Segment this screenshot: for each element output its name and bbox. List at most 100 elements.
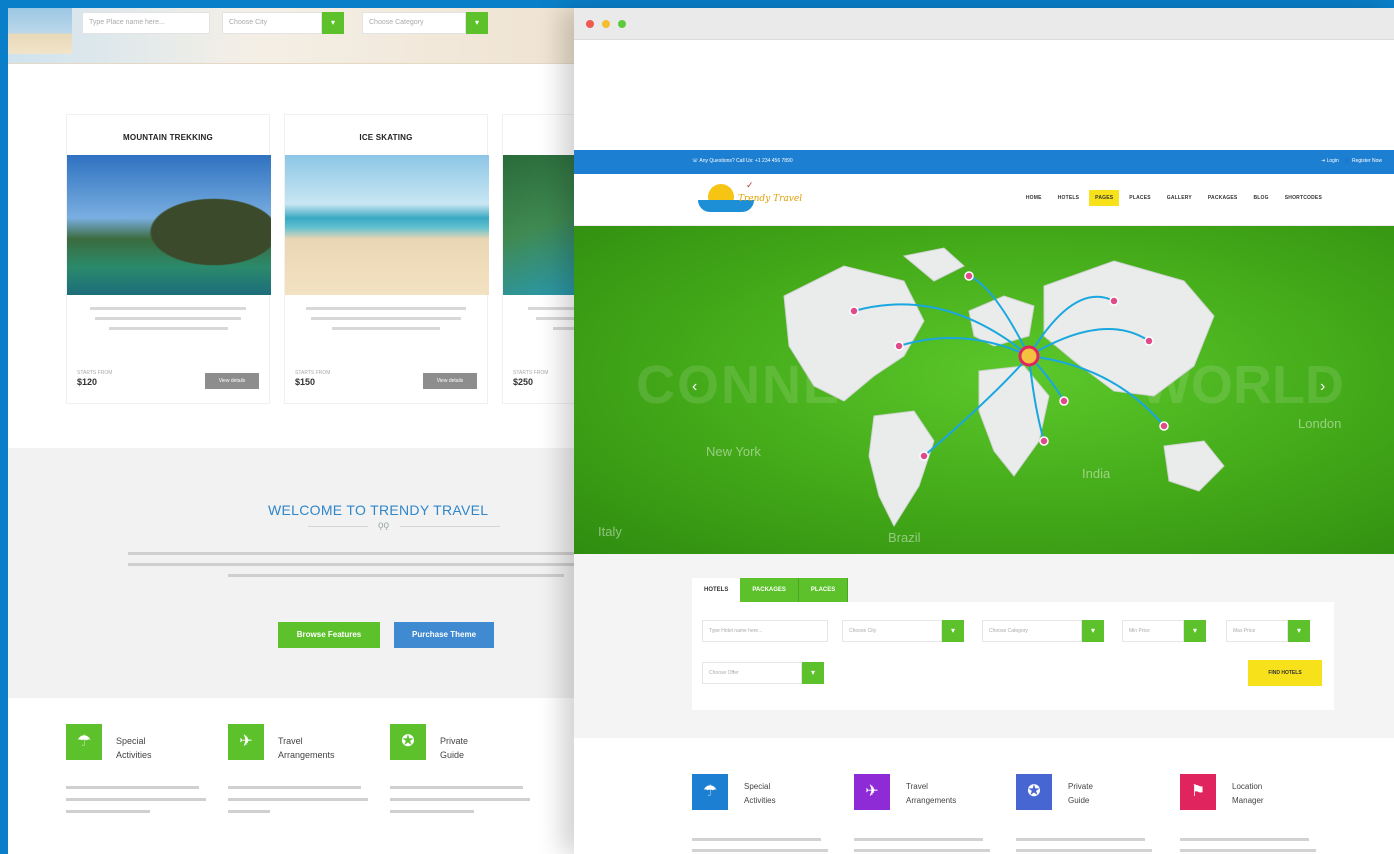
tab-packages[interactable]: PACKAGES xyxy=(740,578,799,602)
nav-shortcodes[interactable]: SHORTCODES xyxy=(1279,190,1328,206)
register-link[interactable]: 👤 Register Now xyxy=(1344,158,1382,164)
feature-title: Special Activities xyxy=(744,782,776,805)
find-hotels-button[interactable]: FIND HOTELS xyxy=(1248,660,1322,686)
price-label: STARTS FROM xyxy=(513,370,549,376)
place-search-input[interactable]: Type Place name here... xyxy=(82,12,210,34)
hotel-search-section: HOTELS PACKAGES PLACES Type Hotel name h… xyxy=(574,554,1394,738)
city-select[interactable]: Choose City xyxy=(842,620,942,642)
activity-card: MOUNTAIN TREKKING STARTS FROM $120 View … xyxy=(66,114,271,404)
card-price: $150 xyxy=(295,377,316,387)
welcome-section: WELCOME TO TRENDY TRAVEL ǫǫ Browse Featu… xyxy=(8,448,608,698)
feature-text xyxy=(1016,838,1152,854)
category-select[interactable]: Choose Category xyxy=(982,620,1082,642)
city-label: India xyxy=(1082,466,1111,481)
min-price-dropdown-button[interactable]: ▾ xyxy=(1184,620,1206,642)
nav-pages[interactable]: PAGES xyxy=(1089,190,1120,206)
nav-blog[interactable]: BLOG xyxy=(1247,190,1274,206)
asia-shape xyxy=(1043,260,1215,397)
divider xyxy=(308,526,368,527)
ornament-icon: ǫǫ xyxy=(378,520,390,531)
tab-places[interactable]: PLACES xyxy=(798,578,849,602)
main-menu: HOME HOTELS PAGES PLACES GALLERY PACKAGE… xyxy=(1016,190,1328,206)
main-navbar: ✓ Trendy Travel HOME HOTELS PAGES PLACES… xyxy=(574,174,1394,226)
nav-packages[interactable]: PACKAGES xyxy=(1202,190,1244,206)
slider-next-arrow-icon[interactable]: › xyxy=(1320,378,1325,396)
account-links: ⇥ Login 👤 Register Now xyxy=(1321,158,1382,164)
parachute-icon: ☂ xyxy=(692,774,728,810)
feature-title: Travel Arrangements xyxy=(278,736,335,760)
card-price: $120 xyxy=(77,377,98,387)
feature-title: Private Guide xyxy=(440,736,469,760)
activity-card: ICE SKATING STARTS FROM $150 View detail… xyxy=(284,114,489,404)
greenland-shape xyxy=(902,247,965,282)
nav-gallery[interactable]: GALLERY xyxy=(1161,190,1198,206)
window-titlebar xyxy=(574,8,1394,40)
hero-search-strip: Type Place name here... Choose City ▾ Ch… xyxy=(8,8,608,64)
plane-icon: ✈ xyxy=(228,724,264,760)
nav-places[interactable]: PLACES xyxy=(1123,190,1156,206)
close-dot-icon[interactable] xyxy=(586,20,594,28)
beach-starfish-photo xyxy=(285,155,489,295)
hero-slider: CONNE WORLD New York Italy Brazil India … xyxy=(574,226,1394,554)
city-select[interactable]: Choose City xyxy=(222,12,322,34)
category-select[interactable]: Choose Category xyxy=(362,12,466,34)
feature-text xyxy=(390,786,530,822)
welcome-title: WELCOME TO TRENDY TRAVEL xyxy=(268,502,489,518)
category-dropdown-button[interactable]: ▾ xyxy=(1082,620,1104,642)
site-logo[interactable]: ✓ Trendy Travel xyxy=(694,180,824,222)
view-details-button[interactable]: View details xyxy=(205,373,259,389)
welcome-paragraph xyxy=(128,552,608,585)
min-price-select[interactable]: Min Price xyxy=(1122,620,1184,642)
browser-window: ☏ Any Questions? Call Us: +1 234 456 789… xyxy=(574,8,1394,854)
maximize-dot-icon[interactable] xyxy=(618,20,626,28)
category-dropdown-button[interactable]: ▾ xyxy=(466,12,488,34)
australia-shape xyxy=(1163,440,1225,492)
map-pin-icon: ⚑ xyxy=(1180,774,1216,810)
search-tabs: HOTELS PACKAGES PLACES xyxy=(692,578,849,602)
feature-text xyxy=(1180,838,1316,854)
hub-marker xyxy=(1018,345,1040,367)
hotel-name-input[interactable]: Type Hotel name here... xyxy=(702,620,828,642)
card-price: $250 xyxy=(513,377,534,387)
top-info-bar: ☏ Any Questions? Call Us: +1 234 456 789… xyxy=(574,150,1394,174)
price-label: STARTS FROM xyxy=(77,370,113,376)
feature-title: Travel Arrangements xyxy=(906,782,957,805)
mountain-island-photo xyxy=(67,155,271,295)
city-dropdown-button[interactable]: ▾ xyxy=(942,620,964,642)
city-label: Brazil xyxy=(888,530,921,545)
card-description xyxy=(83,307,253,337)
nav-home[interactable]: HOME xyxy=(1020,190,1048,206)
card-description xyxy=(301,307,471,337)
view-details-button[interactable]: View details xyxy=(423,373,477,389)
purchase-theme-button[interactable]: Purchase Theme xyxy=(394,622,494,648)
max-price-dropdown-button[interactable]: ▾ xyxy=(1288,620,1310,642)
price-label: STARTS FROM xyxy=(295,370,331,376)
feature-text xyxy=(854,838,990,854)
divider xyxy=(400,526,500,527)
plane-icon: ✈ xyxy=(854,774,890,810)
card-title: MOUNTAIN TREKKING xyxy=(123,133,213,142)
feature-title: Private Guide xyxy=(1068,782,1093,805)
south-america-shape xyxy=(868,410,935,528)
compass-icon: ✪ xyxy=(390,724,426,760)
city-label: Italy xyxy=(598,524,622,539)
minimize-dot-icon[interactable] xyxy=(602,20,610,28)
feature-title: Special Activities xyxy=(116,736,152,760)
compass-icon: ✪ xyxy=(1016,774,1052,810)
login-link[interactable]: ⇥ Login xyxy=(1321,158,1339,164)
nav-hotels[interactable]: HOTELS xyxy=(1052,190,1085,206)
card-title: ICE SKATING xyxy=(359,133,413,142)
hero-beach-image xyxy=(8,8,72,54)
offer-select[interactable]: Choose Offer xyxy=(702,662,802,684)
offer-dropdown-button[interactable]: ▾ xyxy=(802,662,824,684)
parachute-icon: ☂ xyxy=(66,724,102,760)
max-price-select[interactable]: Max Price xyxy=(1226,620,1288,642)
contact-info: ☏ Any Questions? Call Us: +1 234 456 789… xyxy=(692,158,793,164)
tab-hotels[interactable]: HOTELS xyxy=(692,578,741,602)
feature-text xyxy=(66,786,206,822)
city-label: London xyxy=(1298,416,1342,431)
city-dropdown-button[interactable]: ▾ xyxy=(322,12,344,34)
slider-prev-arrow-icon[interactable]: ‹ xyxy=(692,378,697,396)
europe-shape xyxy=(968,295,1035,347)
browse-features-button[interactable]: Browse Features xyxy=(278,622,380,648)
